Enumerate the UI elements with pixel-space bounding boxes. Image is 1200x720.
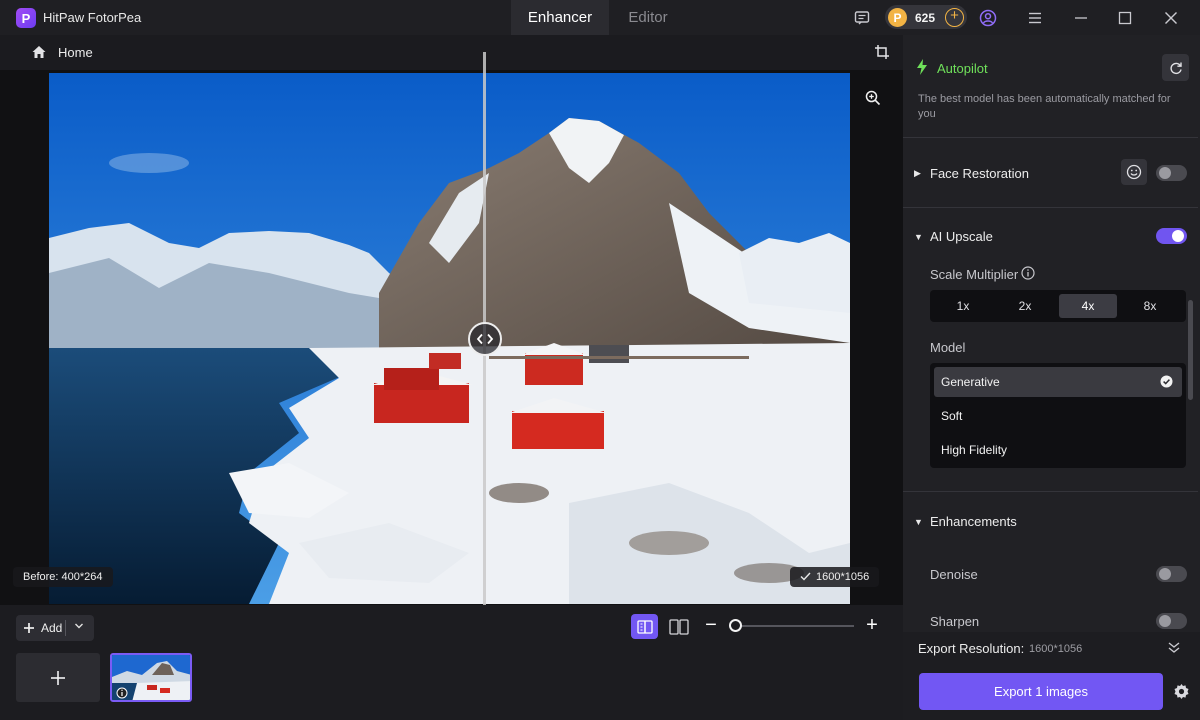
check-icon <box>800 572 811 581</box>
tab-enhancer[interactable]: Enhancer <box>511 0 609 35</box>
before-size-label: Before: 400*264 <box>13 567 113 587</box>
caret-down-icon[interactable]: ▼ <box>914 232 923 242</box>
toggle-knob <box>1159 167 1171 179</box>
divider <box>903 137 1198 138</box>
panel-scrollbar[interactable] <box>1188 300 1193 400</box>
maximize-icon[interactable] <box>1115 8 1135 28</box>
after-size-label: 1600*1056 <box>790 567 880 587</box>
coin-count: 625 <box>915 11 936 25</box>
add-button[interactable]: Add <box>16 615 94 641</box>
home-link[interactable]: Home <box>58 45 93 60</box>
minimize-icon[interactable] <box>1071 8 1091 28</box>
gear-icon[interactable] <box>1173 683 1190 700</box>
app-logo-icon: P <box>16 8 36 28</box>
scale-multiplier-label: Scale Multiplier <box>930 267 1019 282</box>
caret-right-icon[interactable]: ▶ <box>914 168 921 179</box>
autopilot-description: The best model has been automatically ma… <box>918 93 1171 120</box>
chevron-down-icon[interactable] <box>74 621 84 634</box>
check-circle-icon <box>1160 375 1173 388</box>
denoise-toggle[interactable] <box>1156 566 1187 582</box>
plus-icon <box>51 670 65 685</box>
model-option-high-fidelity[interactable]: High Fidelity <box>934 435 1182 465</box>
add-label: Add <box>41 621 63 635</box>
coin-icon: P <box>888 8 907 27</box>
ai-upscale-label[interactable]: AI Upscale <box>930 229 993 244</box>
toggle-knob <box>1159 568 1171 580</box>
model-label: Model <box>930 340 966 355</box>
app-title: HitPaw FotorPea <box>43 10 142 25</box>
home-icon[interactable] <box>31 44 47 60</box>
split-view-button[interactable] <box>631 614 658 639</box>
add-separator <box>65 620 66 636</box>
export-resolution-value: 1600*1056 <box>1029 643 1083 655</box>
scale-option-2x[interactable]: 2x <box>996 294 1054 318</box>
add-image-tile[interactable] <box>16 653 100 702</box>
crop-icon[interactable] <box>874 44 890 60</box>
face-restoration-label[interactable]: Face Restoration <box>930 166 1029 181</box>
smile-icon <box>1126 164 1142 180</box>
toggle-knob <box>1159 615 1171 627</box>
model-option-generative[interactable]: Generative <box>934 367 1182 397</box>
zoom-out-button[interactable]: − <box>702 614 720 638</box>
sharpen-label: Sharpen <box>930 614 980 629</box>
chevron-double-down-icon[interactable] <box>1166 641 1182 655</box>
model-option-soft[interactable]: Soft <box>934 401 1182 431</box>
toggle-knob <box>1172 230 1184 242</box>
scale-option-8x[interactable]: 8x <box>1121 294 1179 318</box>
ai-upscale-toggle[interactable] <box>1156 228 1187 244</box>
face-preview-button[interactable] <box>1121 159 1147 185</box>
caret-down-icon[interactable]: ▼ <box>914 517 923 527</box>
image-thumbnail[interactable] <box>110 653 192 702</box>
info-icon[interactable] <box>1021 266 1035 280</box>
account-icon[interactable] <box>978 8 998 28</box>
zoom-slider-track[interactable] <box>736 625 854 627</box>
denoise-label: Denoise <box>930 567 978 582</box>
preview-image[interactable] <box>49 73 850 604</box>
zoom-slider-handle[interactable] <box>729 619 742 632</box>
sharpen-toggle[interactable] <box>1156 613 1187 629</box>
scale-option-4x[interactable]: 4x <box>1059 294 1117 318</box>
feedback-icon[interactable] <box>852 8 872 28</box>
breadcrumb <box>0 35 903 70</box>
after-size-text: 1600*1056 <box>816 571 870 583</box>
divider <box>903 207 1198 208</box>
divider <box>903 491 1198 492</box>
app-logo-letter: P <box>21 10 31 26</box>
enhancements-label[interactable]: Enhancements <box>930 514 1017 529</box>
close-icon[interactable] <box>1161 8 1181 28</box>
refresh-button[interactable] <box>1162 54 1189 81</box>
add-coins-button[interactable]: + <box>945 8 964 27</box>
scale-option-1x[interactable]: 1x <box>934 294 992 318</box>
zoom-in-button[interactable]: + <box>863 614 881 638</box>
menu-icon[interactable] <box>1025 8 1045 28</box>
side-by-side-view-button[interactable] <box>668 617 690 637</box>
plus-icon <box>24 623 34 633</box>
zoom-in-icon[interactable] <box>864 89 882 107</box>
refresh-icon <box>1169 62 1182 74</box>
export-resolution-label: Export Resolution: <box>918 641 1025 656</box>
autopilot-label: Autopilot <box>937 61 988 76</box>
export-button[interactable]: Export 1 images <box>919 673 1163 710</box>
compare-handle[interactable] <box>468 322 502 356</box>
face-restoration-toggle[interactable] <box>1156 165 1187 181</box>
tab-editor[interactable]: Editor <box>609 0 687 35</box>
info-icon <box>116 687 128 699</box>
lightning-icon <box>914 58 930 76</box>
